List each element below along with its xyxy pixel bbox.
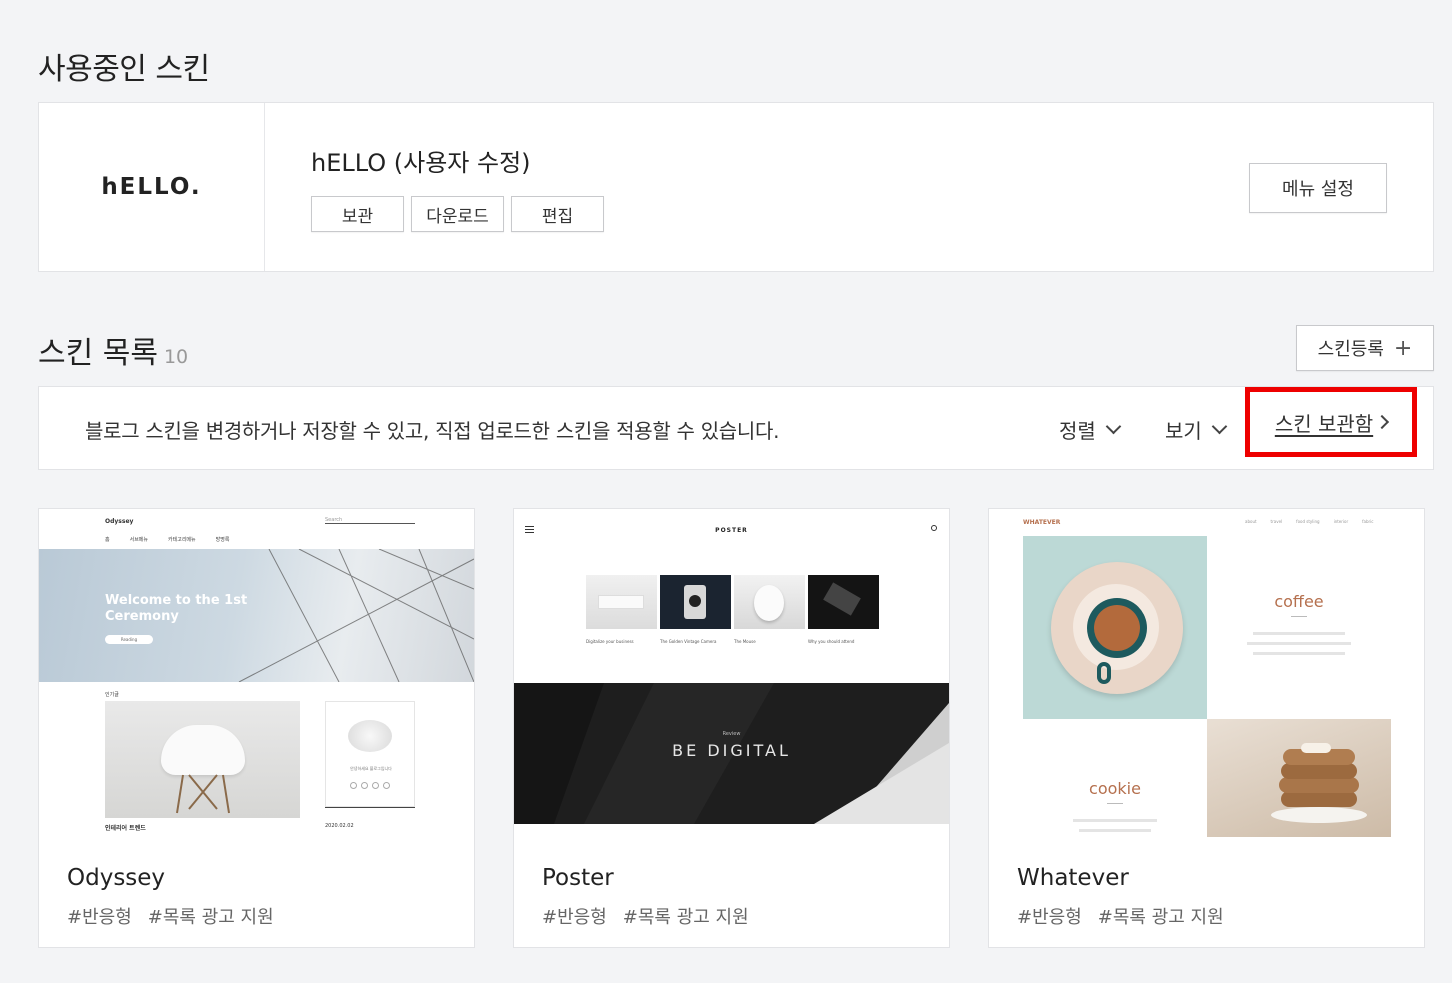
skin-list-title: 스킨 목록 [38, 336, 158, 371]
skin-preview-poster[interactable]: POSTER Digitalize your business The Gold… [514, 509, 949, 837]
skin-tag: #반응형 [542, 907, 607, 928]
preview-cookie-text: cookie [1023, 719, 1207, 837]
skin-card-whatever[interactable]: WHATEVER about travel food styling inter… [988, 508, 1425, 948]
preview-brand: POSTER [715, 527, 748, 534]
preview-image-1 [586, 575, 657, 629]
edit-button[interactable]: 편집 [511, 196, 604, 232]
preview-nav: about travel food styling interior fabri… [1245, 519, 1373, 524]
skin-count: 10 [163, 346, 189, 368]
register-skin-button[interactable]: 스킨등록 + [1296, 325, 1434, 371]
skin-list-heading: 스킨 목록 10 [38, 328, 188, 372]
skin-tag: #반응형 [1017, 907, 1082, 928]
preview-nav-item: food styling [1296, 519, 1320, 524]
preview-brand: WHATEVER [1023, 519, 1061, 526]
preview-hero-button: Reading [105, 635, 153, 644]
preview-item-3: The Mouse [734, 639, 756, 644]
view-dropdown[interactable]: 보기 [1165, 415, 1228, 444]
current-skin-actions: 보관 다운로드 편집 [311, 196, 604, 232]
skin-name: Whatever [1017, 865, 1129, 891]
current-skin-thumbnail[interactable]: hELLO. [39, 103, 265, 271]
view-label: 보기 [1165, 419, 1202, 443]
search-icon [931, 525, 937, 531]
preview-section-label: 인기글 [105, 692, 119, 698]
current-skin-card: hELLO. hELLO (사용자 수정) 보관 다운로드 편집 메뉴 설정 [38, 102, 1434, 272]
skin-tag: #반응형 [67, 907, 132, 928]
preview-search: Search [325, 517, 415, 524]
preview-banner-title: BE DIGITAL [672, 741, 791, 760]
preview-banner-label: Review [722, 731, 741, 737]
preview-side-caption: 안녕하세요 블로그입니다 [350, 766, 392, 771]
preview-nav-item: 홈 [105, 537, 110, 543]
preview-nav-item: 방명록 [215, 537, 230, 543]
skin-logo: hELLO. [101, 174, 202, 200]
plus-icon: + [1393, 335, 1413, 361]
skin-tags: #반응형 #목록 광고 지원 [1017, 903, 1224, 929]
skin-name: Poster [542, 865, 614, 891]
register-skin-label: 스킨등록 [1317, 339, 1384, 360]
preview-chair-image [105, 701, 300, 818]
skin-preview-odyssey[interactable]: Odyssey Search 홈 서브메뉴 카테고리메뉴 방명록 Welcome… [39, 509, 474, 837]
skin-vault-label: 스킨 보관함 [1274, 411, 1374, 436]
skin-preview-whatever[interactable]: WHATEVER about travel food styling inter… [989, 509, 1424, 837]
menu-settings-button[interactable]: 메뉴 설정 [1249, 163, 1387, 213]
skin-list-description: 블로그 스킨을 변경하거나 저장할 수 있고, 직접 업로드한 스킨을 적용할 … [85, 419, 780, 443]
skin-list-toolbar: 블로그 스킨을 변경하거나 저장할 수 있고, 직접 업로드한 스킨을 적용할 … [38, 386, 1434, 470]
preview-side-box: 안녕하세요 블로그입니다 [325, 701, 415, 807]
archive-button[interactable]: 보관 [311, 196, 404, 232]
preview-image-3 [734, 575, 805, 629]
preview-hero: Welcome to the 1st Ceremony Reading [39, 549, 474, 682]
preview-hero-title: Welcome to the 1st Ceremony [105, 593, 248, 624]
skin-card-odyssey[interactable]: Odyssey Search 홈 서브메뉴 카테고리메뉴 방명록 Welcome… [38, 508, 475, 948]
preview-side-date: 2020.02.02 [325, 823, 354, 829]
preview-caption: 인테리어 트렌드 [105, 825, 146, 832]
skin-name: Odyssey [67, 865, 166, 891]
skin-tag: #목록 광고 지원 [147, 907, 274, 928]
preview-cookie-image [1207, 719, 1391, 837]
preview-search-placeholder: Search [325, 517, 343, 523]
chevron-down-icon [1211, 418, 1228, 435]
preview-coffee-image [1023, 536, 1207, 719]
preview-brand: Odyssey [105, 518, 134, 525]
skin-tags: #반응형 #목록 광고 지원 [542, 903, 749, 929]
preview-word-cookie: cookie [1089, 779, 1141, 798]
sort-label: 정렬 [1059, 419, 1096, 443]
preview-image-2 [660, 575, 731, 629]
current-skin-name: hELLO (사용자 수정) [311, 149, 531, 177]
preview-nav-item: interior [1333, 519, 1349, 524]
chevron-right-icon [1375, 414, 1390, 430]
preview-nav-item: fabric [1362, 519, 1374, 524]
preview-nav-item: travel [1270, 519, 1283, 524]
skin-tags: #반응형 #목록 광고 지원 [67, 903, 274, 929]
preview-image-4 [808, 575, 879, 629]
sort-dropdown[interactable]: 정렬 [1059, 415, 1122, 444]
skin-tag: #목록 광고 지원 [1097, 907, 1224, 928]
preview-coffee-text: coffee [1207, 536, 1391, 719]
skin-vault-link[interactable]: 스킨 보관함 [1245, 387, 1417, 457]
chevron-down-icon [1105, 418, 1122, 435]
preview-item-2: The Golden Vintage Camera [660, 639, 717, 644]
preview-nav-item: 카테고리메뉴 [168, 537, 196, 543]
preview-nav-item: 서브메뉴 [129, 537, 149, 543]
skin-tag: #목록 광고 지원 [622, 907, 749, 928]
preview-item-4: Why you should attend [808, 639, 855, 644]
preview-nav: 홈 서브메뉴 카테고리메뉴 방명록 [105, 536, 229, 543]
preview-word-coffee: coffee [1274, 592, 1324, 611]
preview-nav-item: about [1245, 519, 1257, 524]
download-button[interactable]: 다운로드 [411, 196, 504, 232]
preview-item-1: Digitalize your business [586, 639, 634, 644]
skin-card-poster[interactable]: POSTER Digitalize your business The Gold… [513, 508, 950, 948]
current-skin-heading: 사용중인 스킨 [38, 52, 210, 87]
preview-banner: Review BE DIGITAL [514, 683, 949, 824]
